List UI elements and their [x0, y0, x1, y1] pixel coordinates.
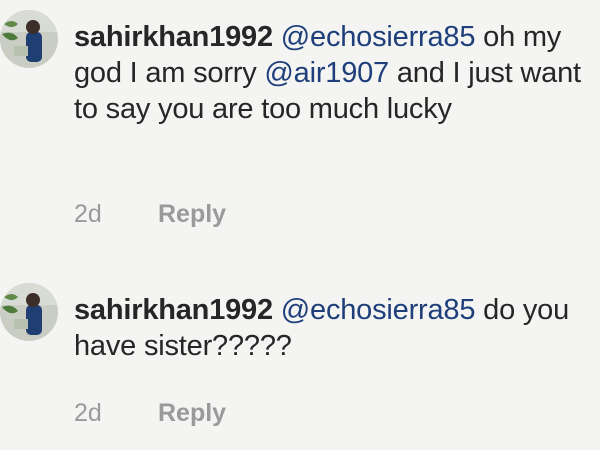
avatar[interactable]: [0, 10, 58, 68]
comment-username[interactable]: sahirkhan1992: [74, 294, 273, 326]
reply-button[interactable]: Reply: [158, 399, 226, 428]
comment-body: sahirkhan1992 @echosierra85 do you have …: [74, 292, 596, 364]
reply-button[interactable]: Reply: [158, 200, 226, 229]
avatar-image: [0, 283, 58, 341]
comment-meta: 2d Reply: [74, 200, 226, 229]
mention-link[interactable]: @air1907: [264, 57, 389, 89]
avatar[interactable]: [0, 283, 58, 341]
mention-link[interactable]: @echosierra85: [281, 21, 476, 53]
comment-timestamp: 2d: [74, 200, 102, 228]
comment-body: sahirkhan1992 @echosierra85 oh my god I …: [74, 19, 596, 127]
avatar-image: [0, 10, 58, 68]
comment-timestamp: 2d: [74, 399, 102, 427]
mention-link[interactable]: @echosierra85: [281, 294, 476, 326]
comment-meta: 2d Reply: [74, 399, 226, 428]
comment-username[interactable]: sahirkhan1992: [74, 21, 273, 53]
comment-feed: sahirkhan1992 @echosierra85 oh my god I …: [0, 0, 600, 450]
